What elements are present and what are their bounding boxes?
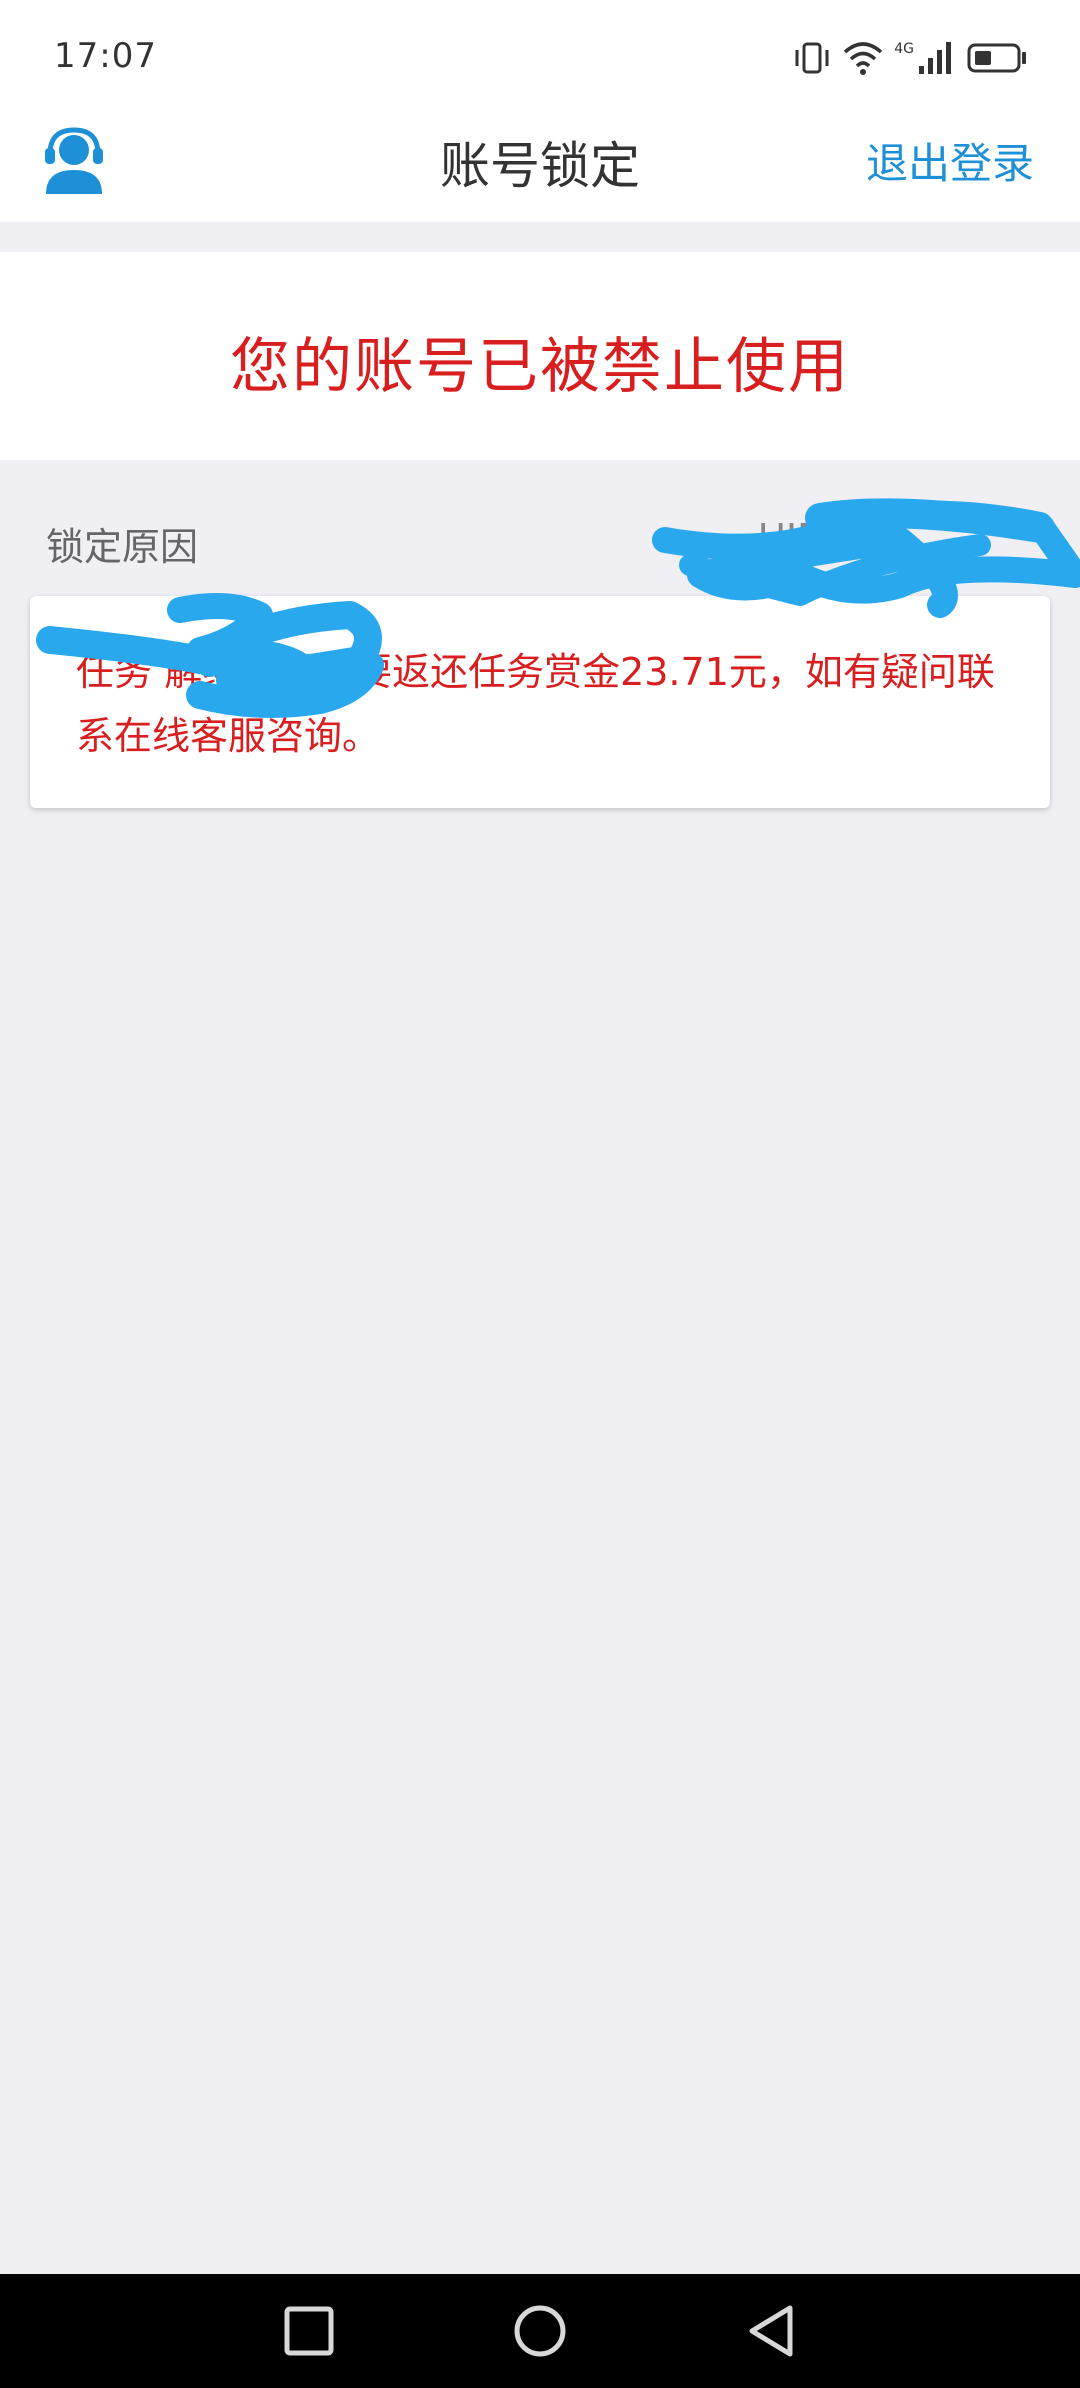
circle-icon[interactable] — [509, 2300, 571, 2362]
banned-message: 您的账号已被禁止使用 — [230, 332, 850, 402]
status-icons: 4G — [792, 36, 1028, 80]
lock-reason-card: 任务 解绑，需要要返还任务赏金23.71元，如有疑问联系在线客服咨询。 — [30, 596, 1050, 808]
header: 账号锁定 退出登录 — [0, 110, 1080, 222]
network-type-label: 4G — [894, 41, 914, 57]
triangle-back-icon[interactable] — [740, 2300, 802, 2362]
status-bar: 17:07 4G — [0, 0, 1080, 110]
vibrate-icon — [795, 42, 829, 74]
logout-button[interactable]: 退出登录 — [866, 130, 1034, 191]
account-banned-banner: 您的账号已被禁止使用 — [0, 252, 1080, 460]
lock-reason-text: 任务 解绑，需要要返还任务赏金23.71元，如有疑问联系在线客服咨询。 — [76, 650, 995, 758]
signal-icon — [919, 42, 951, 74]
uid-label: UID — [758, 516, 827, 560]
battery-icon — [967, 43, 1026, 73]
square-icon[interactable] — [278, 2300, 340, 2362]
status-time: 17:07 — [54, 36, 157, 76]
system-navigation-bar — [0, 2274, 1080, 2388]
lock-reason-label: 锁定原因 — [46, 525, 199, 569]
wifi-icon — [844, 42, 883, 75]
